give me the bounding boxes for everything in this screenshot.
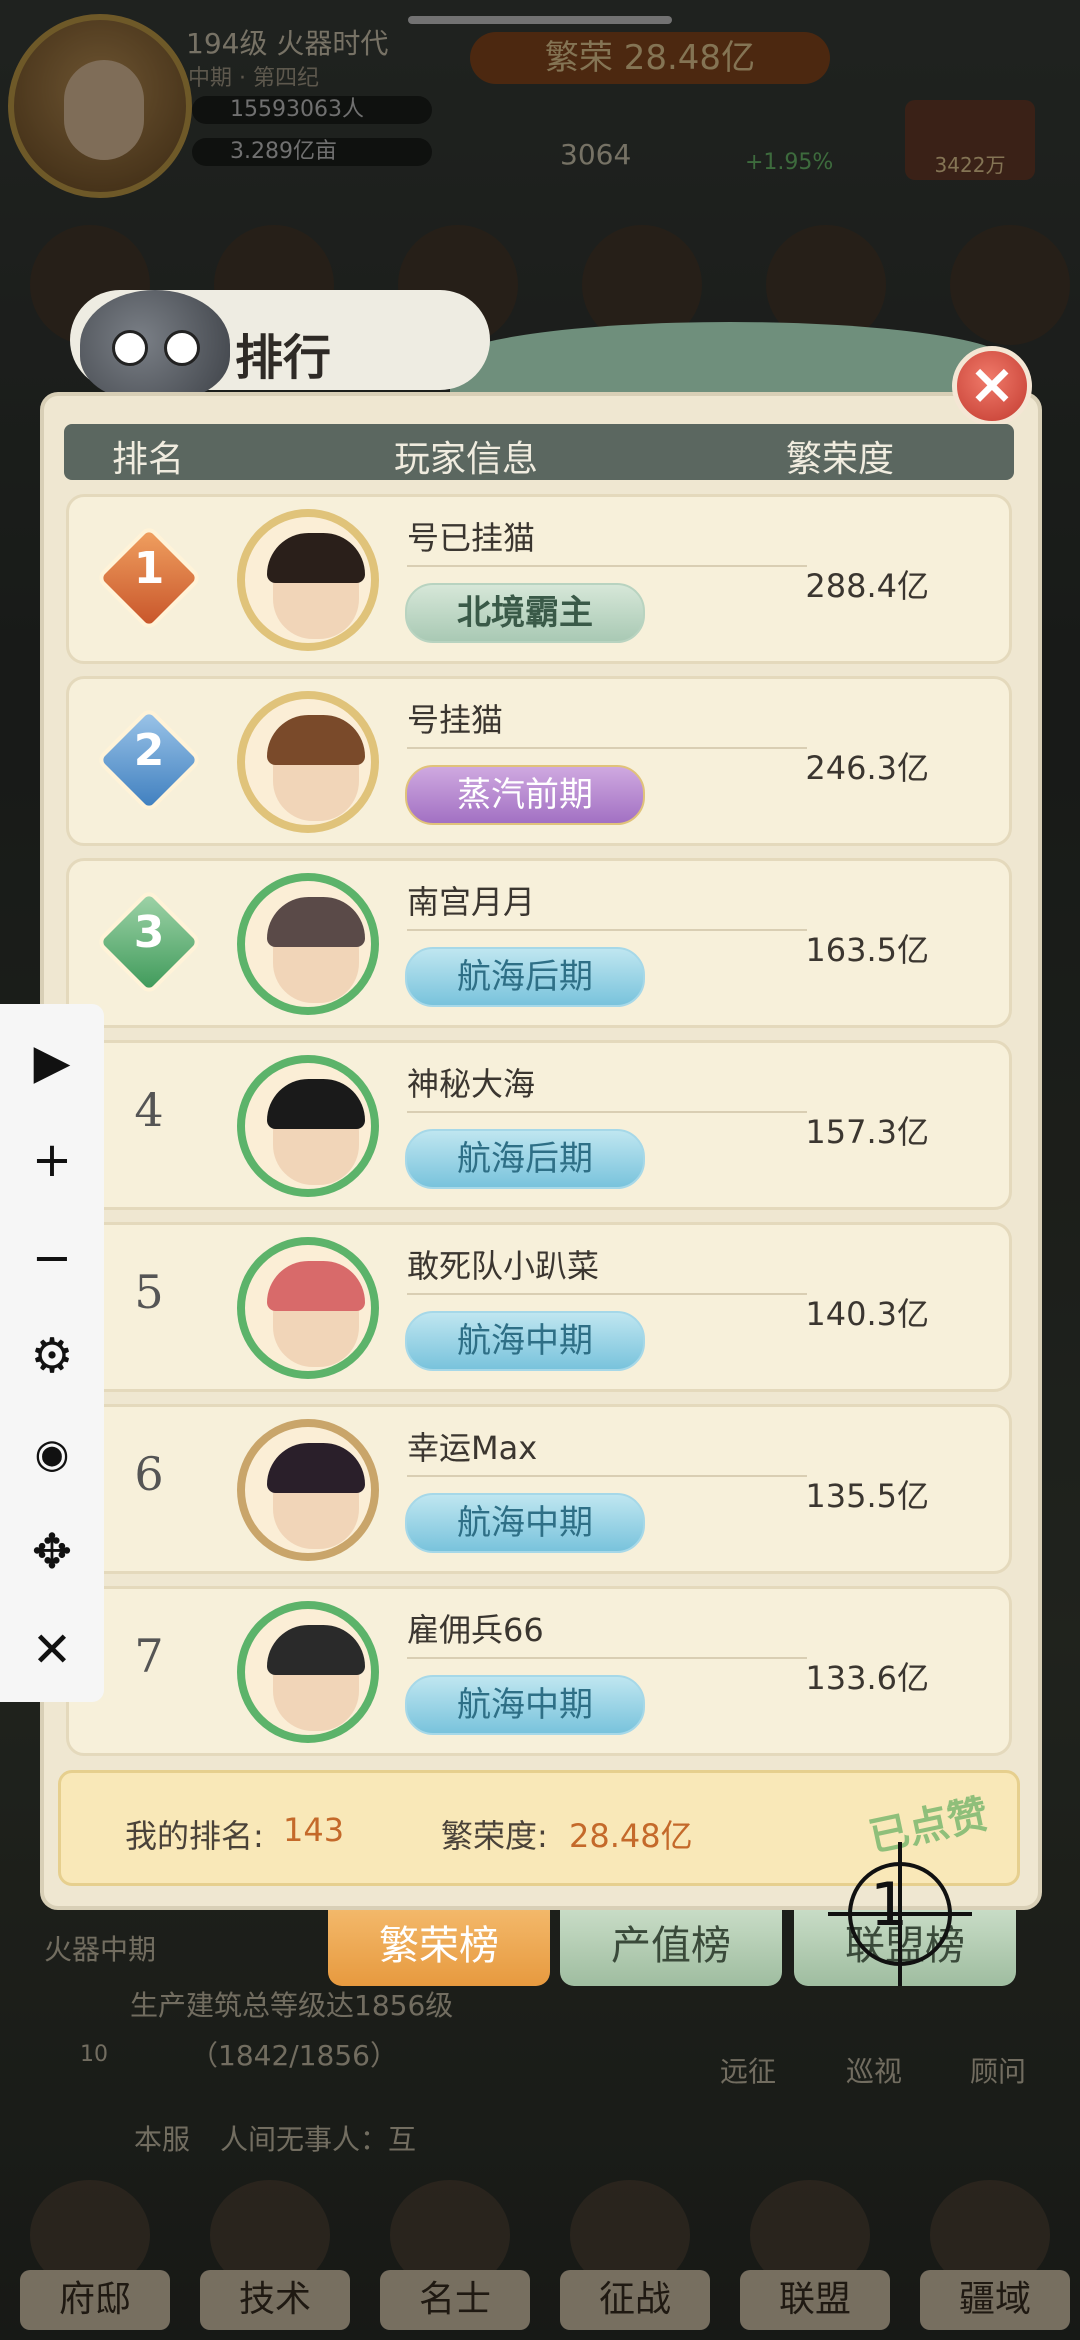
ranking-row[interactable]: 4 神秘大海 航海后期 157.3亿 [66,1040,1012,1210]
close-button[interactable]: × [952,346,1032,426]
prosperity-value: 157.3亿 [805,1113,929,1151]
divider [407,1657,807,1659]
header-prosperity: 繁荣度 [786,439,895,480]
divider [407,929,807,931]
ranking-row[interactable]: 6 幸运Max 航海中期 135.5亿 [66,1404,1012,1574]
prosperity-value: 288.4亿 [805,567,929,605]
player-name: 号已挂猫 [407,519,536,557]
my-rank-value: 143 [283,1811,345,1849]
era-badge: 航海中期 [405,1493,645,1553]
floating-toolbar: ▶ + − ⚙ ◉ ✥ ✕ [0,1004,104,1702]
player-name: 号挂猫 [407,701,504,739]
eye-off-icon[interactable]: ◉ [22,1424,82,1484]
header-rank: 排名 [112,439,185,480]
rank-number: 2 [133,725,165,776]
header-player: 玩家信息 [394,439,539,480]
move-icon[interactable]: ✥ [22,1522,82,1582]
player-avatar[interactable] [237,509,379,651]
panel-decoration-hill [450,322,1010,402]
player-avatar[interactable] [237,1055,379,1197]
divider [407,1293,807,1295]
my-prosperity-value: 28.48亿 [569,1817,693,1855]
ranking-row[interactable]: 5 敢死队小趴菜 航海中期 140.3亿 [66,1222,1012,1392]
prosperity-value: 246.3亿 [805,749,929,787]
plus-icon[interactable]: + [22,1130,82,1190]
ranking-row[interactable]: 3 南宫月月 航海后期 163.5亿 [66,858,1012,1028]
era-badge: 航海后期 [405,947,645,1007]
prosperity-value: 163.5亿 [805,931,929,969]
dragon-mascot-icon [80,290,230,400]
divider [407,1111,807,1113]
panel-title: 排行 [235,330,332,386]
era-badge: 蒸汽前期 [405,765,645,825]
player-name: 神秘大海 [407,1065,536,1103]
minus-icon[interactable]: − [22,1228,82,1288]
ranking-row[interactable]: 1 号已挂猫 北境霸主 288.4亿 [66,494,1012,664]
player-name: 雇佣兵66 [407,1611,544,1649]
prosperity-value: 133.6亿 [805,1659,929,1697]
divider [407,747,807,749]
player-name: 南宫月月 [407,883,536,921]
tab-output[interactable]: 产值榜 [560,1910,782,1986]
play-icon[interactable]: ▶ [22,1032,82,1092]
cursor-label: 1 [870,1870,909,1940]
era-badge: 航海中期 [405,1675,645,1735]
era-badge: 航海中期 [405,1311,645,1371]
player-name: 敢死队小趴菜 [407,1247,600,1285]
close-icon: × [968,352,1016,417]
rank-number: 3 [133,907,165,958]
era-badge: 北境霸主 [405,583,645,643]
prosperity-value: 135.5亿 [805,1477,929,1515]
gear-icon[interactable]: ⚙ [22,1326,82,1386]
ranking-header: 排名 玩家信息 繁荣度 [64,424,1014,480]
player-avatar[interactable] [237,1601,379,1743]
player-avatar[interactable] [237,1237,379,1379]
tab-prosperity[interactable]: 繁荣榜 [328,1910,550,1986]
ranking-row[interactable]: 7 雇佣兵66 航海中期 133.6亿 [66,1586,1012,1756]
player-name: 幸运Max [407,1429,538,1467]
rank-number: 1 [133,543,165,594]
my-rank-label: 我的排名: [125,1817,264,1855]
close-icon[interactable]: ✕ [22,1620,82,1680]
player-avatar[interactable] [237,1419,379,1561]
divider [407,1475,807,1477]
player-avatar[interactable] [237,873,379,1015]
player-avatar[interactable] [237,691,379,833]
my-prosperity-label: 繁荣度: [441,1817,548,1855]
prosperity-value: 140.3亿 [805,1295,929,1333]
divider [407,565,807,567]
era-badge: 航海后期 [405,1129,645,1189]
ranking-row[interactable]: 2 号挂猫 蒸汽前期 246.3亿 [66,676,1012,846]
